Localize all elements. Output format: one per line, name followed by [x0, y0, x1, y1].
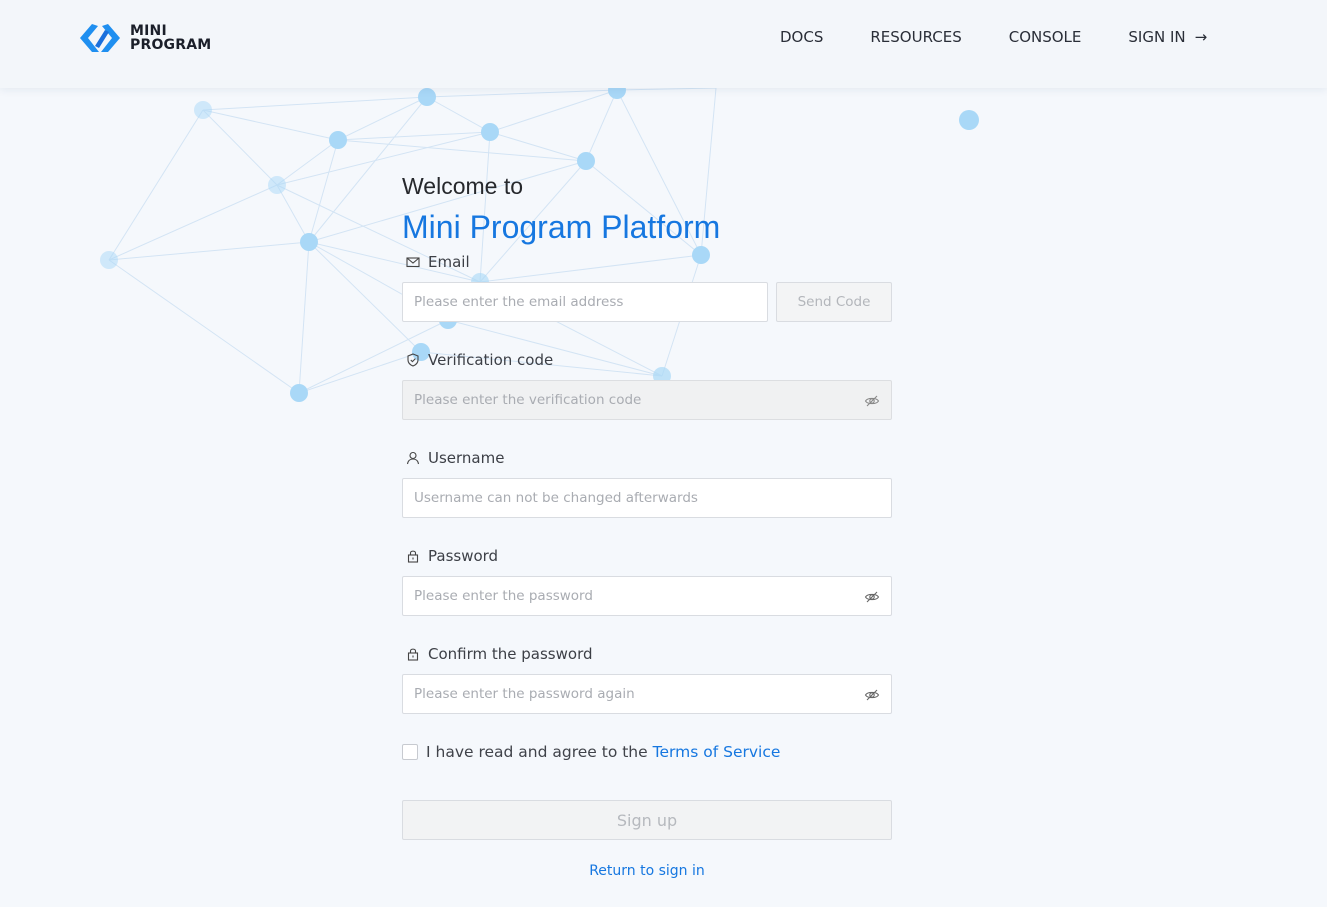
logo-line1: MINI	[130, 23, 167, 39]
password-label: Password	[402, 546, 892, 566]
signup-form: Welcome to Mini Program Platform Email P…	[402, 170, 892, 879]
confirm-password-label: Confirm the password	[402, 644, 892, 664]
lock-icon	[406, 647, 420, 661]
verification-label-text: Verification code	[428, 351, 554, 369]
shield-check-icon	[406, 353, 420, 367]
password-placeholder: Please enter the password	[414, 588, 593, 604]
return-to-sign-in-link[interactable]: Return to sign in	[402, 863, 892, 879]
password-field[interactable]: Please enter the password	[402, 576, 892, 616]
confirm-password-label-text: Confirm the password	[428, 645, 593, 663]
arrow-right-icon: →	[1194, 28, 1208, 46]
password-label-text: Password	[428, 547, 499, 565]
nav-resources[interactable]: RESOURCES	[870, 28, 961, 46]
nav-console[interactable]: CONSOLE	[1009, 28, 1082, 46]
terms-of-service-link[interactable]: Terms of Service	[653, 743, 781, 761]
platform-title: Mini Program Platform	[402, 209, 721, 245]
eye-off-icon[interactable]	[864, 589, 880, 605]
agree-text: I have read and agree to the	[426, 743, 648, 761]
verification-label: Verification code	[402, 350, 892, 370]
username-label-text: Username	[428, 449, 505, 467]
email-placeholder: Please enter the email address	[414, 294, 624, 310]
username-placeholder: Username can not be changed afterwards	[414, 490, 698, 506]
nav-console-label: CONSOLE	[1008, 28, 1082, 46]
nav-sign-in[interactable]: SIGN IN →	[1128, 28, 1207, 46]
logo[interactable]: MINI PROGRAM	[78, 22, 211, 54]
confirm-password-placeholder: Please enter the password again	[414, 686, 635, 702]
welcome-heading: Welcome to	[402, 173, 524, 199]
nav-sign-in-label: SIGN IN	[1128, 28, 1186, 46]
eye-off-icon[interactable]	[864, 393, 880, 409]
verification-placeholder: Please enter the verification code	[414, 392, 642, 408]
lock-icon	[406, 549, 420, 563]
nav-docs[interactable]: DOCS	[780, 28, 823, 46]
email-label-text: Email	[428, 253, 470, 271]
logo-text: MINI PROGRAM	[130, 24, 211, 52]
username-field[interactable]: Username can not be changed afterwards	[402, 478, 892, 518]
main-nav: DOCS RESOURCES CONSOLE SIGN IN →	[780, 28, 1207, 46]
agree-checkbox[interactable]	[402, 744, 418, 760]
user-icon	[406, 451, 420, 465]
verification-code-field[interactable]: Please enter the verification code	[402, 380, 892, 420]
email-label: Email	[402, 252, 892, 272]
terms-agreement: I have read and agree to the Terms of Se…	[402, 743, 892, 761]
eye-off-icon[interactable]	[864, 687, 880, 703]
mini-program-logo-icon	[80, 24, 120, 52]
nav-docs-label: DOCS	[780, 28, 824, 46]
send-code-button[interactable]: Send Code	[776, 282, 892, 322]
top-header: MINI PROGRAM DOCS RESOURCES CONSOLE SIGN…	[0, 0, 1327, 88]
nav-resources-label: RESOURCES	[870, 28, 962, 46]
sign-up-button[interactable]: Sign up	[402, 800, 892, 840]
mail-icon	[406, 255, 420, 269]
confirm-password-field[interactable]: Please enter the password again	[402, 674, 892, 714]
logo-line2: PROGRAM	[130, 37, 212, 53]
email-field[interactable]: Please enter the email address	[402, 282, 768, 322]
username-label: Username	[402, 448, 892, 468]
